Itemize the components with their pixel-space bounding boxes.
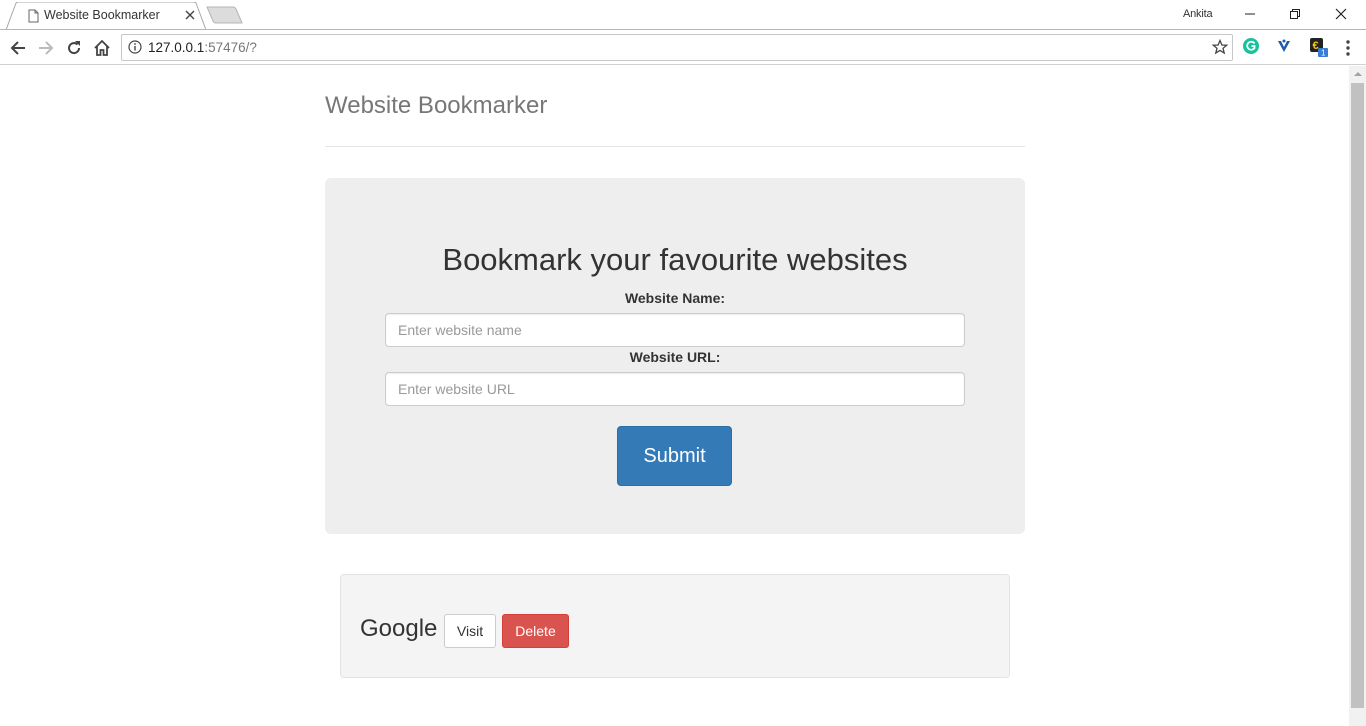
address-bar[interactable]: 127.0.0.1:57476/?: [121, 34, 1233, 61]
browser-toolbar: 127.0.0.1:57476/? €1: [0, 29, 1366, 65]
delete-button[interactable]: Delete: [502, 614, 569, 648]
back-button[interactable]: [8, 38, 28, 58]
page-icon: [28, 9, 39, 28]
url-host: 127.0.0.1: [148, 40, 205, 55]
v-extension-icon[interactable]: [1275, 37, 1295, 57]
minimize-icon: [1245, 13, 1255, 15]
bookmark-item: Google Visit Delete: [340, 574, 1010, 678]
bookmark-star-icon[interactable]: [1211, 38, 1229, 60]
honey-extension-icon[interactable]: €1: [1308, 37, 1328, 58]
url-path: :57476/?: [204, 40, 257, 55]
restore-icon: [1290, 9, 1300, 19]
page-viewport: Website Bookmarker Bookmark your favouri…: [0, 66, 1349, 726]
website-name-label: Website Name:: [624, 290, 726, 306]
reload-button[interactable]: [64, 38, 84, 58]
forward-button[interactable]: [36, 38, 56, 58]
site-title: Website Bookmarker: [325, 92, 548, 119]
scroll-up-button[interactable]: [1349, 66, 1366, 82]
arrow-right-icon: [39, 41, 54, 55]
browser-tab[interactable]: Website Bookmarker: [6, 2, 206, 30]
caret-up-icon: [1353, 72, 1362, 76]
profile-name[interactable]: Ankita: [1183, 8, 1213, 20]
minimize-button[interactable]: [1227, 0, 1273, 28]
tab-strip: Website Bookmarker Ankita: [0, 0, 1366, 30]
reload-icon: [68, 41, 81, 55]
menu-dots-icon[interactable]: [1340, 38, 1356, 58]
svg-text:€: €: [1313, 40, 1319, 52]
vertical-scrollbar[interactable]: [1349, 66, 1366, 726]
website-name-input[interactable]: [385, 313, 965, 347]
website-url-input[interactable]: [385, 372, 965, 406]
new-tab-button[interactable]: [206, 6, 244, 29]
form-heading: Bookmark your favourite websites: [442, 242, 908, 277]
bookmark-name: Google: [360, 615, 438, 642]
restore-button[interactable]: [1272, 0, 1318, 28]
home-button[interactable]: [92, 38, 112, 58]
home-icon: [94, 39, 110, 56]
url-text[interactable]: 127.0.0.1:57476/?: [148, 40, 257, 55]
submit-button[interactable]: Submit: [617, 426, 732, 486]
info-icon[interactable]: [128, 40, 142, 59]
visit-button[interactable]: Visit: [444, 614, 496, 648]
close-tab-icon[interactable]: [183, 8, 197, 22]
header-divider: [325, 146, 1025, 147]
scroll-thumb[interactable]: [1351, 83, 1364, 708]
close-icon: [1335, 8, 1347, 20]
close-window-button[interactable]: [1318, 0, 1364, 28]
website-url-label: Website URL:: [629, 349, 721, 365]
bookmark-form-panel: Bookmark your favourite websites Website…: [325, 178, 1025, 534]
svg-text:1: 1: [1321, 49, 1326, 58]
tab-title: Website Bookmarker: [44, 8, 160, 22]
grammarly-extension-icon[interactable]: [1242, 37, 1262, 57]
arrow-left-icon: [10, 41, 25, 55]
